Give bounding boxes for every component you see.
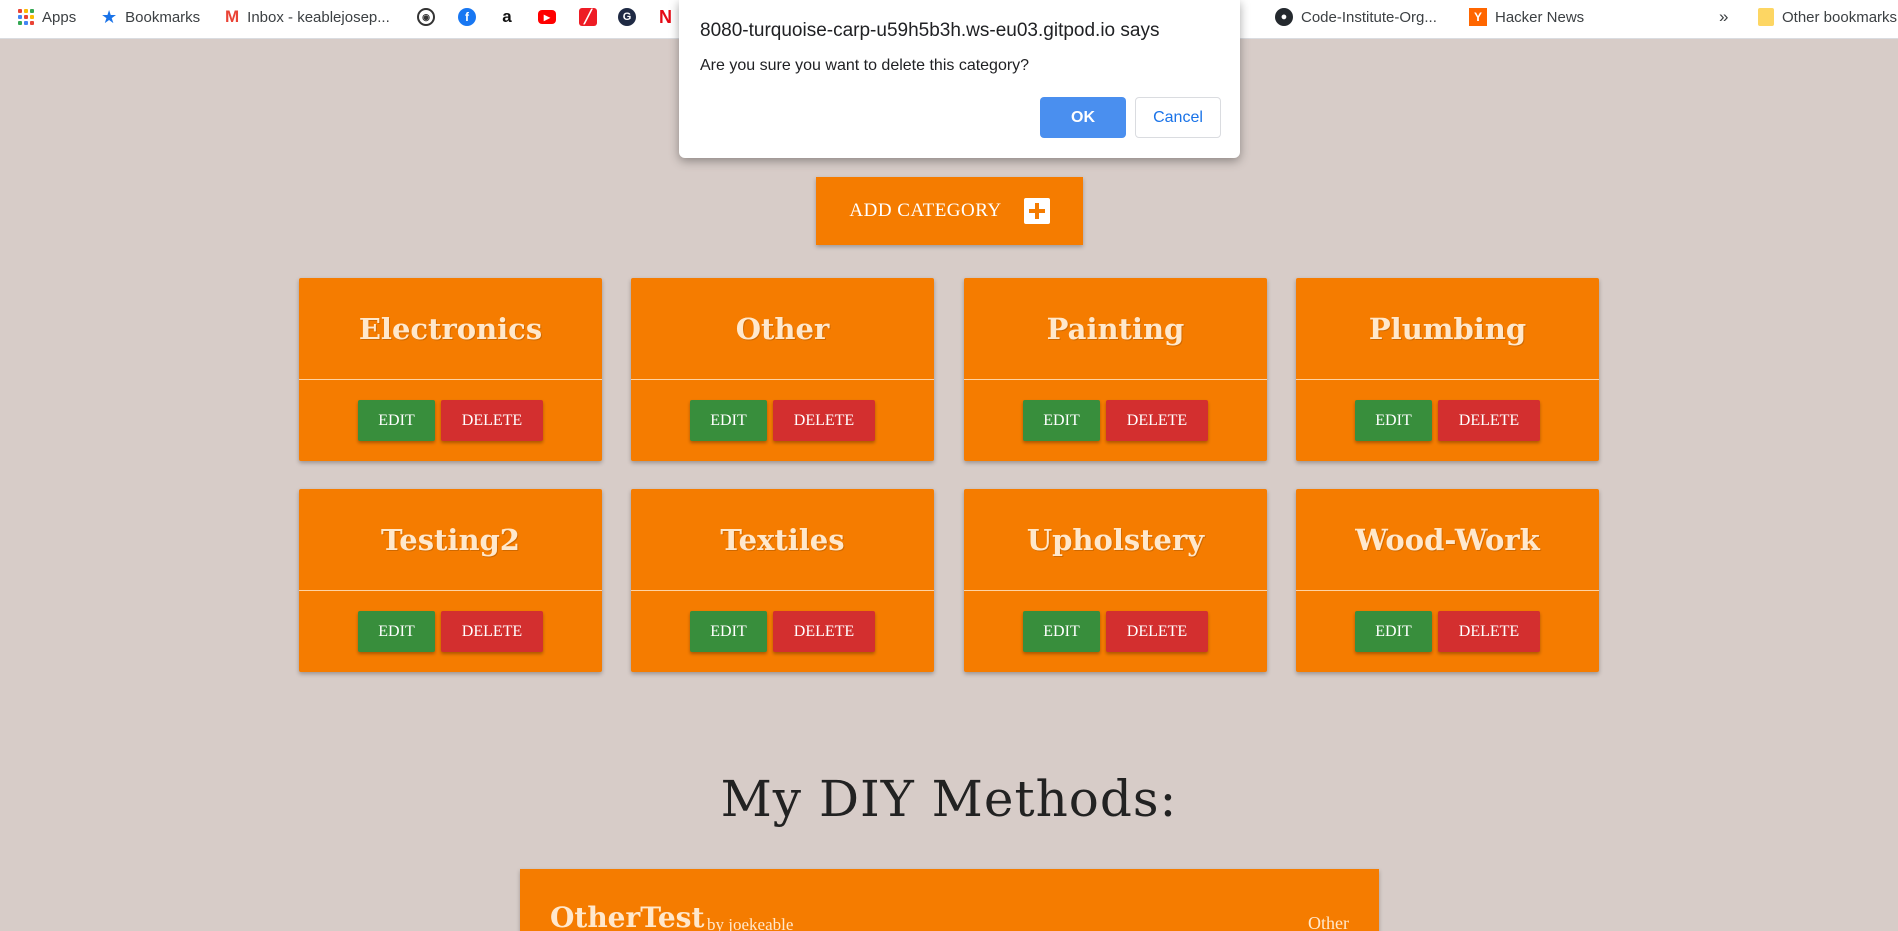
- category-title: Other: [631, 278, 934, 380]
- circle-g-icon: G: [618, 8, 636, 26]
- category-card: Other EDIT DELETE: [631, 278, 934, 461]
- edit-button[interactable]: EDIT: [690, 400, 767, 441]
- delete-button[interactable]: DELETE: [441, 611, 543, 652]
- edit-button[interactable]: EDIT: [1355, 611, 1432, 652]
- delete-button[interactable]: DELETE: [1438, 611, 1540, 652]
- delete-button[interactable]: DELETE: [773, 400, 875, 441]
- category-card: Upholstery EDIT DELETE: [964, 489, 1267, 672]
- edit-button[interactable]: EDIT: [358, 400, 435, 441]
- bookmark-hacker-news[interactable]: Y Hacker News: [1469, 0, 1584, 34]
- delete-button[interactable]: DELETE: [1438, 400, 1540, 441]
- bookmark-bookmarks[interactable]: ★ Bookmarks: [101, 0, 200, 34]
- delete-button[interactable]: DELETE: [1106, 400, 1208, 441]
- edit-button[interactable]: EDIT: [690, 611, 767, 652]
- category-title: Painting: [964, 278, 1267, 380]
- bookmark-hacker-news-label: Hacker News: [1495, 8, 1585, 26]
- method-category: Other: [1308, 913, 1349, 931]
- edit-button[interactable]: EDIT: [358, 611, 435, 652]
- edit-button[interactable]: EDIT: [1355, 400, 1432, 441]
- method-card[interactable]: OtherTest by joekeable Other: [520, 869, 1379, 931]
- delete-button[interactable]: DELETE: [773, 611, 875, 652]
- youtube-icon: ▶: [538, 10, 556, 24]
- category-title: Textiles: [631, 489, 934, 591]
- category-title: Plumbing: [1296, 278, 1599, 380]
- bookmark-other[interactable]: Other bookmarks: [1758, 0, 1897, 34]
- delete-button[interactable]: DELETE: [441, 400, 543, 441]
- amazon-icon: a: [498, 7, 516, 26]
- bookmark-red-app[interactable]: ╱: [579, 0, 597, 34]
- bookmark-gmail-label: Inbox - keablejosep...: [247, 8, 390, 26]
- hacker-news-icon: Y: [1469, 8, 1487, 26]
- category-title: Electronics: [299, 278, 602, 380]
- category-card: Plumbing EDIT DELETE: [1296, 278, 1599, 461]
- category-title: Upholstery: [964, 489, 1267, 591]
- edit-button[interactable]: EDIT: [1023, 611, 1100, 652]
- star-icon: ★: [101, 6, 118, 27]
- delete-button[interactable]: DELETE: [1106, 611, 1208, 652]
- category-card: Painting EDIT DELETE: [964, 278, 1267, 461]
- dialog-message: Are you sure you want to delete this cat…: [700, 57, 1030, 74]
- netflix-icon: N: [659, 6, 672, 27]
- chevron-double-right-icon: »: [1719, 7, 1729, 26]
- category-title: Wood-Work: [1296, 489, 1599, 591]
- edit-button[interactable]: EDIT: [1023, 400, 1100, 441]
- bookmark-owl[interactable]: ◉: [417, 0, 435, 34]
- category-card: Wood-Work EDIT DELETE: [1296, 489, 1599, 672]
- facebook-icon: f: [458, 8, 476, 26]
- category-card: Textiles EDIT DELETE: [631, 489, 934, 672]
- bookmark-apps[interactable]: Apps: [18, 0, 76, 34]
- bookmark-gmail[interactable]: M Inbox - keablejosep...: [225, 0, 390, 34]
- bookmark-github-label: Code-Institute-Org...: [1301, 8, 1437, 26]
- method-title: OtherTest: [550, 901, 705, 931]
- plus-square-icon: [1023, 198, 1050, 224]
- folder-icon: [1758, 8, 1774, 26]
- bookmark-bookmarks-label: Bookmarks: [125, 8, 201, 26]
- add-category-button[interactable]: ADD CATEGORY: [816, 177, 1083, 245]
- bookmark-github[interactable]: ● Code-Institute-Org...: [1275, 0, 1437, 34]
- bookmark-apps-label: Apps: [42, 8, 77, 26]
- apps-grid-icon: [18, 9, 34, 25]
- bookmark-netflix[interactable]: N: [659, 0, 672, 34]
- category-card: Electronics EDIT DELETE: [299, 278, 602, 461]
- owl-icon: ◉: [417, 8, 435, 26]
- methods-heading: My DIY Methods:: [720, 770, 1178, 828]
- bookmark-youtube[interactable]: ▶: [538, 0, 556, 34]
- bookmark-facebook[interactable]: f: [458, 0, 476, 34]
- bookmark-circle-app[interactable]: G: [618, 0, 636, 34]
- bookmark-amazon[interactable]: a: [498, 0, 516, 34]
- github-icon: ●: [1275, 8, 1293, 26]
- confirm-dialog: 8080-turquoise-carp-u59h5b3h.ws-eu03.git…: [679, 0, 1240, 158]
- add-category-label: ADD CATEGORY: [849, 200, 1002, 221]
- gmail-icon: M: [225, 7, 240, 26]
- ok-button[interactable]: OK: [1040, 97, 1126, 138]
- cancel-button[interactable]: Cancel: [1135, 97, 1221, 138]
- category-card: Testing2 EDIT DELETE: [299, 489, 602, 672]
- method-author: by joekeable: [707, 915, 794, 931]
- bookmarks-overflow-button[interactable]: »: [1719, 0, 1728, 34]
- bookmark-other-label: Other bookmarks: [1782, 8, 1898, 26]
- red-slash-icon: ╱: [579, 8, 597, 26]
- dialog-title: 8080-turquoise-carp-u59h5b3h.ws-eu03.git…: [700, 20, 1160, 41]
- category-title: Testing2: [299, 489, 602, 591]
